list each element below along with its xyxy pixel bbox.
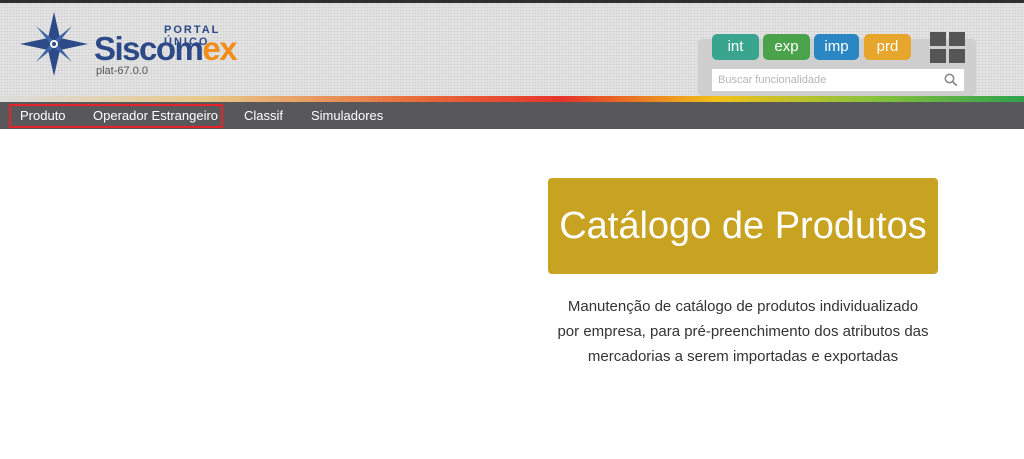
nav-item-simuladores[interactable]: Simuladores xyxy=(311,102,383,129)
highlight-box xyxy=(9,104,223,128)
env-prd-button[interactable]: prd xyxy=(864,34,911,60)
catalog-title: Catálogo de Produtos xyxy=(559,205,927,247)
env-exp-button[interactable]: exp xyxy=(763,34,810,60)
search-input[interactable] xyxy=(712,69,932,91)
catalog-card[interactable]: Catálogo de Produtos xyxy=(548,178,938,274)
header: PORTAL ÚNICO Siscomex plat-67.0.0 int ex… xyxy=(0,3,1024,96)
grid-icon[interactable] xyxy=(930,32,965,63)
brand-part-2: ex xyxy=(202,30,237,67)
grid-cell xyxy=(930,49,946,63)
description-line: por empresa, para pré-preenchimento dos … xyxy=(557,323,929,340)
env-int-button[interactable]: int xyxy=(712,34,759,60)
search-icon[interactable] xyxy=(944,73,958,87)
grid-cell xyxy=(949,49,965,63)
brand-name: Siscomex xyxy=(94,30,238,67)
siscomex-logo[interactable]: PORTAL ÚNICO Siscomex plat-67.0.0 xyxy=(18,10,258,82)
grid-cell xyxy=(949,32,965,46)
description-line: mercadorias a serem importadas e exporta… xyxy=(587,348,899,365)
env-imp-button[interactable]: imp xyxy=(814,34,859,60)
grid-cell xyxy=(930,32,946,46)
catalog-description: Manutenção de catálogo de produtos indiv… xyxy=(538,294,948,369)
version-label: plat-67.0.0 xyxy=(96,65,148,77)
search-box xyxy=(711,68,965,92)
description-line: Manutenção de catálogo de produtos indiv… xyxy=(567,298,919,315)
compass-star-icon xyxy=(20,12,88,76)
brand-part-1: Siscom xyxy=(94,30,204,67)
nav-item-classif[interactable]: Classif xyxy=(244,102,283,129)
